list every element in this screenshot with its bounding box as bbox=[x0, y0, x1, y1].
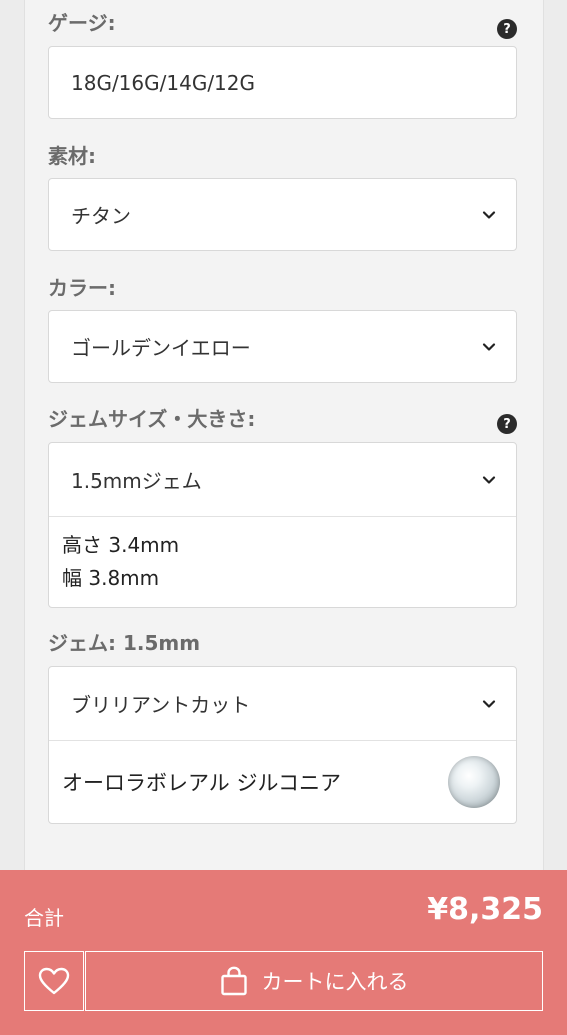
chevron-down-icon bbox=[482, 475, 496, 484]
chevron-down-icon bbox=[482, 699, 496, 708]
color-value: ゴールデンイエロー bbox=[71, 336, 251, 360]
purchase-footer: 合計 ¥8,325 カートに入れる bbox=[0, 870, 567, 1035]
gauge-label: ゲージ: bbox=[48, 11, 116, 35]
material-select[interactable]: チタン bbox=[48, 178, 517, 251]
gem-size-label: ジェムサイズ・大きさ: bbox=[48, 407, 256, 431]
gem-name: オーロラボレアル ジルコニア bbox=[62, 771, 342, 795]
gem-size-help-icon[interactable]: ? bbox=[497, 414, 517, 434]
gem-cut-select[interactable]: ブリリアントカット bbox=[49, 667, 516, 740]
add-to-cart-label: カートに入れる bbox=[261, 970, 409, 994]
total-label: 合計 bbox=[24, 906, 64, 930]
gauge-value: 18G/16G/14G/12G bbox=[71, 70, 256, 95]
shopping-bag-icon bbox=[220, 966, 247, 996]
gauge-field[interactable]: 18G/16G/14G/12G bbox=[48, 46, 517, 119]
gem-label: ジェム: 1.5mm bbox=[48, 631, 201, 655]
divider bbox=[49, 516, 516, 517]
total-price: ¥8,325 bbox=[427, 892, 543, 927]
gem-size-details: 高さ 3.4mm 幅 3.8mm bbox=[62, 529, 179, 595]
heart-icon bbox=[38, 967, 70, 995]
gem-width-text: 幅 3.8mm bbox=[62, 566, 160, 590]
gem-size-value: 1.5mmジェム bbox=[71, 469, 202, 493]
color-select[interactable]: ゴールデンイエロー bbox=[48, 310, 517, 383]
gauge-help-icon[interactable]: ? bbox=[497, 19, 517, 39]
favorite-button[interactable] bbox=[24, 951, 84, 1011]
gem-box: ブリリアントカット オーロラボレアル ジルコニア bbox=[48, 666, 517, 824]
material-value: チタン bbox=[71, 204, 131, 228]
gem-thumbnail-image bbox=[448, 756, 500, 808]
gem-height-text: 高さ 3.4mm bbox=[62, 533, 180, 557]
chevron-down-icon bbox=[482, 210, 496, 219]
add-to-cart-button[interactable]: カートに入れる bbox=[85, 951, 543, 1011]
gem-cut-value: ブリリアントカット bbox=[71, 693, 251, 717]
gem-size-box: 1.5mmジェム 高さ 3.4mm 幅 3.8mm bbox=[48, 442, 517, 608]
gem-size-select[interactable]: 1.5mmジェム bbox=[49, 443, 516, 516]
color-label: カラー: bbox=[48, 276, 116, 300]
divider bbox=[49, 740, 516, 741]
material-label: 素材: bbox=[48, 144, 96, 168]
chevron-down-icon bbox=[482, 342, 496, 351]
